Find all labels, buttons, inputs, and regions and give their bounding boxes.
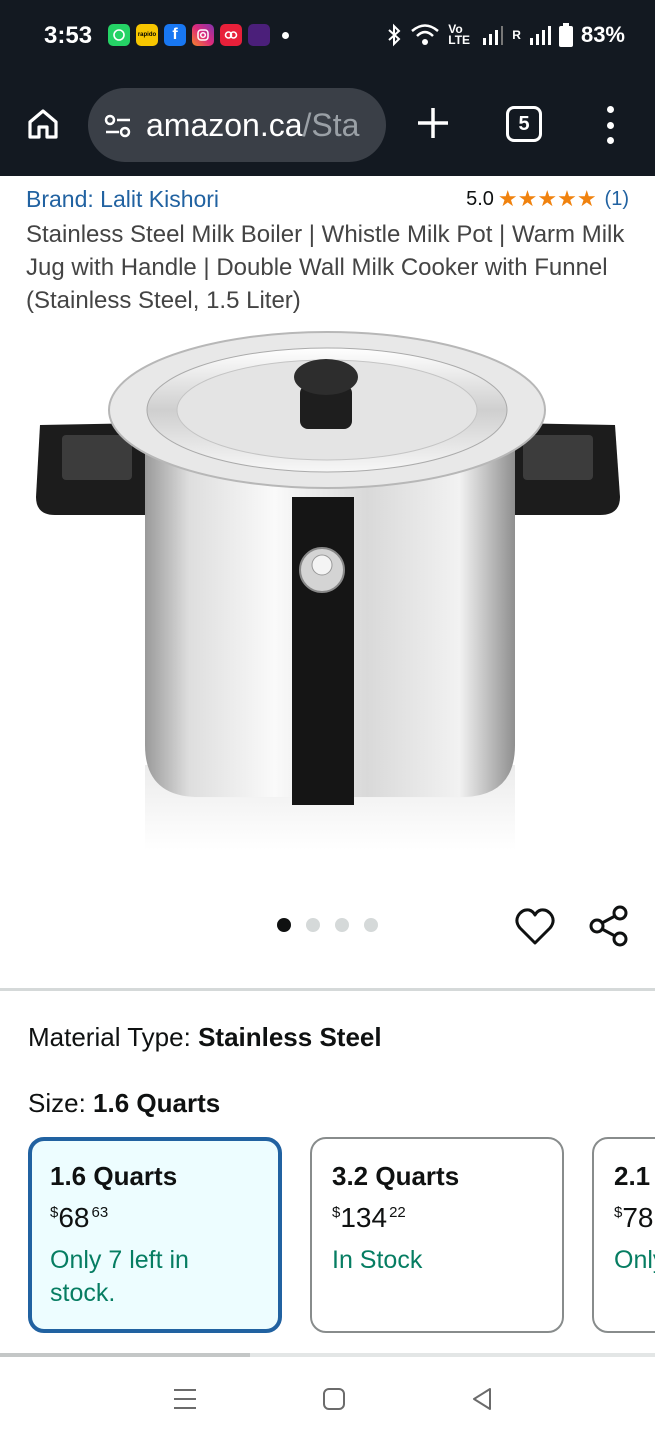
more-menu-icon[interactable] xyxy=(596,106,624,144)
size-option-title: 2.1 xyxy=(614,1161,651,1191)
size-option-price: $ 68 63 xyxy=(50,1202,260,1234)
home-nav-icon[interactable] xyxy=(322,1387,346,1411)
size-option-price: $ 78 xyxy=(614,1202,655,1234)
signal-icon xyxy=(529,26,551,45)
system-nav-bar xyxy=(0,1357,655,1440)
rating-count[interactable]: (1) xyxy=(605,188,629,211)
rapido-icon: rapido xyxy=(136,24,158,46)
new-tab-icon[interactable] xyxy=(412,102,454,144)
price-currency: $ xyxy=(614,1204,623,1221)
url-domain: amazon.ca xyxy=(146,107,303,143)
carousel-dot[interactable] xyxy=(364,918,378,932)
product-title: Stainless Steel Milk Boiler | Whistle Mi… xyxy=(26,221,625,314)
url-text[interactable]: amazon.ca/Sta xyxy=(146,107,372,144)
material-type-row: Material Type: Stainless Steel xyxy=(28,1022,382,1053)
status-time: 3:53 xyxy=(44,22,93,49)
price-whole: 134 xyxy=(340,1202,388,1233)
app-icon xyxy=(248,24,270,46)
battery-level: 83% xyxy=(580,22,625,47)
whatsapp-icon xyxy=(108,24,130,46)
price-currency: $ xyxy=(332,1204,341,1221)
size-option-stock: Only stock xyxy=(614,1246,655,1274)
section-divider xyxy=(0,988,655,991)
material-value: Stainless Steel xyxy=(198,1022,382,1052)
size-label: Size: xyxy=(28,1088,86,1118)
tab-count: 5 xyxy=(518,112,530,135)
size-row: Size: 1.6 Quarts xyxy=(28,1088,220,1119)
size-option-title: 1.6 Quarts xyxy=(50,1161,178,1191)
address-bar[interactable]: amazon.ca/Sta xyxy=(88,88,386,162)
status-bar: 3:53 rapido f Vo LTE R 83% xyxy=(0,0,655,74)
more-notifications-icon xyxy=(282,31,289,39)
signal-icon xyxy=(483,26,504,45)
price-cents: 22 xyxy=(389,1204,406,1221)
price-cents: 63 xyxy=(91,1204,109,1221)
carousel-dot[interactable] xyxy=(277,918,291,932)
share-icon[interactable] xyxy=(588,904,630,948)
wifi-icon xyxy=(411,24,440,45)
material-label: Material Type: xyxy=(28,1022,191,1052)
rating-summary[interactable]: 5.0 ★★★★★ (1) xyxy=(466,186,629,212)
carousel-dot[interactable] xyxy=(335,918,349,932)
heart-icon[interactable] xyxy=(514,906,556,948)
rating-value: 5.0 xyxy=(466,187,494,210)
size-option-card[interactable]: 1.6 Quarts $ 68 63 Only 7 left in stock. xyxy=(28,1137,282,1333)
url-path: /Sta xyxy=(302,107,360,143)
browser-toolbar: amazon.ca/Sta 5 xyxy=(0,74,655,176)
status-indicators: Vo LTE R 83% xyxy=(386,22,625,48)
home-icon[interactable] xyxy=(26,107,60,141)
size-option-stock: Only 7 left in stock. xyxy=(50,1246,189,1307)
volte-icon: Vo LTE xyxy=(448,22,471,47)
size-option-card[interactable]: 3.2 Quarts $ 134 22 In Stock xyxy=(310,1137,564,1333)
app-icon xyxy=(220,24,242,46)
size-option-stock: In Stock xyxy=(332,1246,423,1274)
recent-apps-icon[interactable] xyxy=(172,1387,198,1411)
back-icon[interactable] xyxy=(470,1387,494,1411)
price-whole: 68 xyxy=(58,1202,90,1233)
price-currency: $ xyxy=(50,1204,59,1221)
carousel-dot[interactable] xyxy=(306,918,320,932)
instagram-icon xyxy=(192,24,214,46)
size-options: 1.6 Quarts $ 68 63 Only 7 left in stock.… xyxy=(28,1137,655,1333)
bluetooth-icon xyxy=(388,23,401,47)
brand-link[interactable]: Brand: Lalit Kishori xyxy=(26,186,219,213)
size-option-price: $ 134 22 xyxy=(332,1202,542,1234)
size-option-title: 3.2 Quarts xyxy=(332,1161,460,1191)
size-option-card[interactable]: 2.1 $ 78 Only stock xyxy=(592,1137,655,1333)
image-carousel-dots[interactable] xyxy=(277,918,378,932)
notification-icons: rapido f xyxy=(108,24,289,46)
price-whole: 78 xyxy=(622,1202,654,1233)
product-image[interactable] xyxy=(30,325,625,855)
roaming-indicator: R xyxy=(512,28,521,42)
battery-icon xyxy=(558,23,573,47)
size-value: 1.6 Quarts xyxy=(93,1088,221,1118)
tab-switcher-button[interactable]: 5 xyxy=(506,106,542,142)
site-settings-icon[interactable] xyxy=(104,112,132,140)
facebook-icon: f xyxy=(164,24,186,46)
star-rating-icon: ★★★★★ xyxy=(497,186,597,211)
